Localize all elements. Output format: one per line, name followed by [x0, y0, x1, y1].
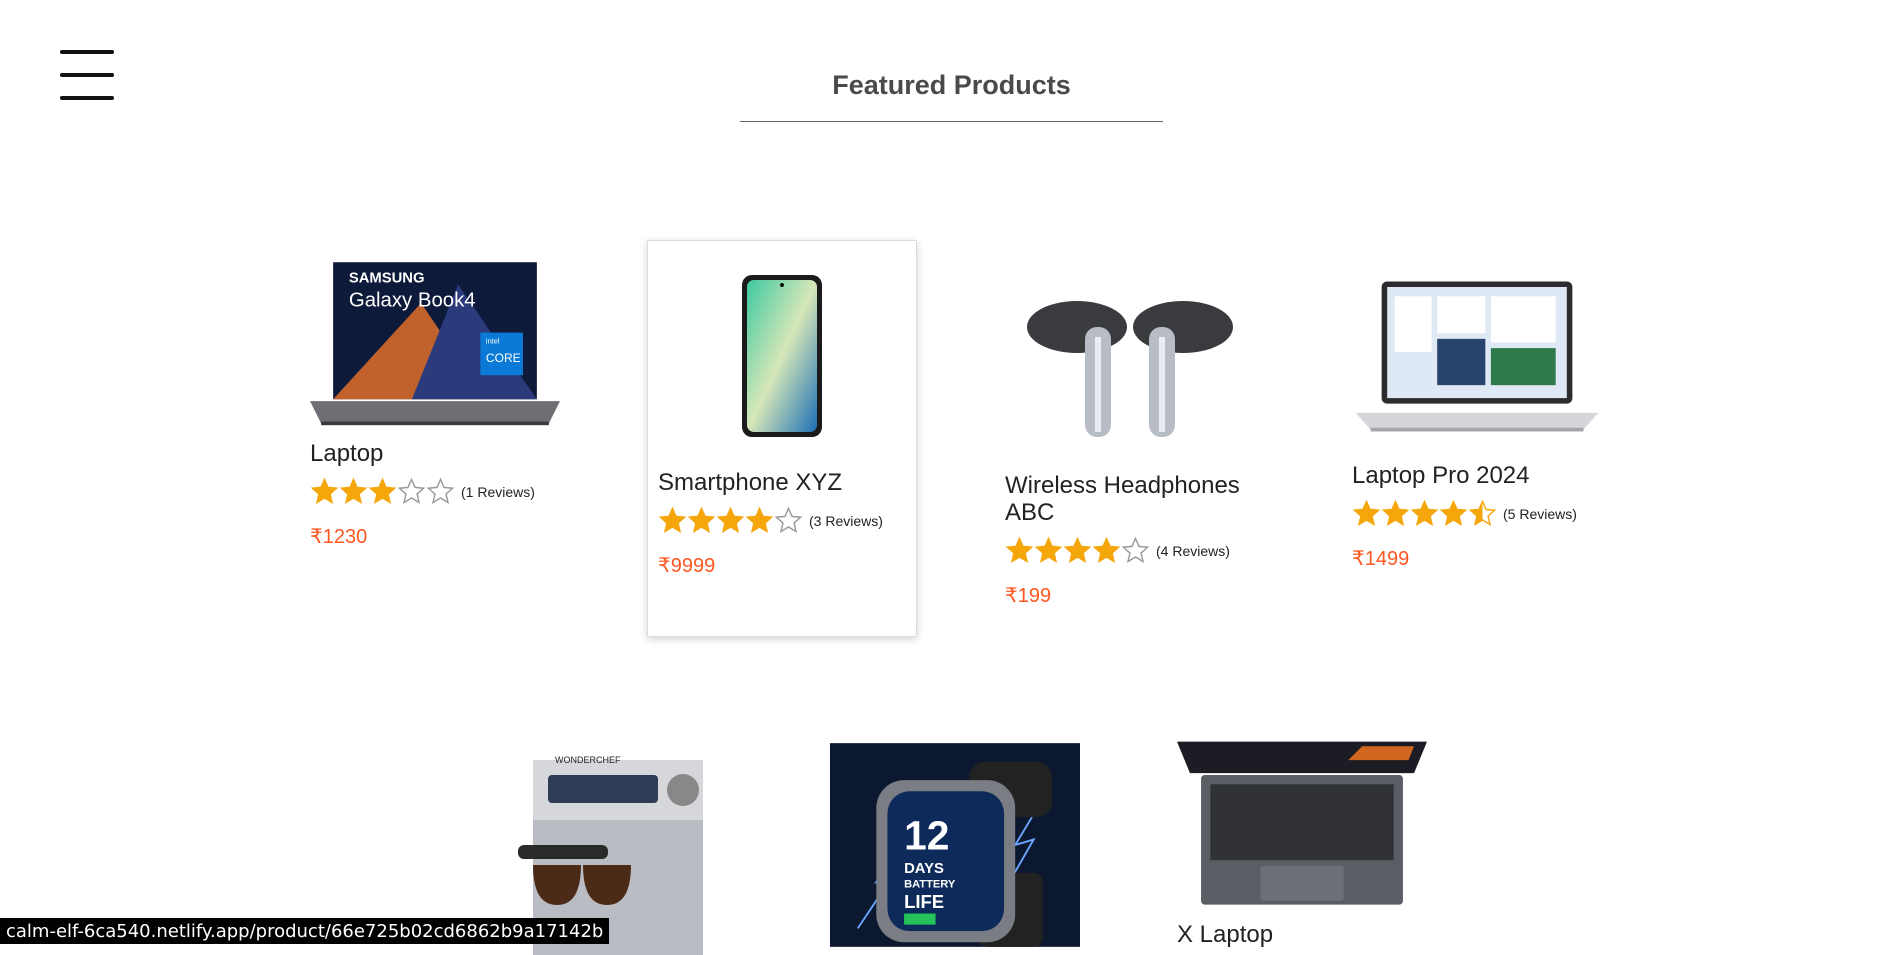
product-name: Wireless Headphones ABC [1005, 472, 1240, 526]
rating-stars: (3 Reviews) [658, 506, 906, 535]
star-filled-icon [310, 477, 339, 504]
star-empty-icon [1121, 536, 1150, 563]
svg-text:WONDERCHEF: WONDERCHEF [555, 755, 621, 765]
product-image-x-laptop [1177, 735, 1427, 915]
star-filled-icon [745, 506, 774, 533]
review-count: (4 Reviews) [1156, 542, 1230, 559]
star-filled-icon [687, 506, 716, 533]
product-card[interactable]: Wireless Headphones ABC (4 Reviews) ₹199 [995, 262, 1265, 608]
star-filled-icon [1439, 499, 1468, 526]
menu-line [60, 96, 114, 100]
hamburger-menu-button[interactable] [60, 50, 114, 100]
svg-text:intel: intel [486, 337, 500, 346]
product-card[interactable]: X Laptop [1167, 735, 1437, 948]
image-model-text: Galaxy Book4 [349, 290, 476, 312]
menu-line [60, 50, 114, 54]
rating-stars: (1 Reviews) [310, 477, 560, 506]
star-filled-icon [1410, 499, 1439, 526]
review-count: (3 Reviews) [809, 512, 883, 529]
product-card[interactable]: Laptop Pro 2024 (5 Reviews) ₹1499 [1342, 262, 1612, 571]
svg-text:LIFE: LIFE [904, 891, 944, 912]
star-half-icon [1468, 499, 1497, 526]
product-card[interactable]: Smartphone XYZ (3 Reviews) ₹9999 [647, 240, 917, 637]
star-filled-icon [1005, 536, 1034, 563]
star-filled-icon [1034, 536, 1063, 563]
image-brand-text: SAMSUNG [349, 271, 425, 287]
star-filled-icon [716, 506, 745, 533]
product-image-earbuds [1005, 262, 1255, 462]
product-price: ₹1499 [1352, 548, 1410, 570]
rating-stars: (5 Reviews) [1352, 499, 1602, 528]
product-image-laptop-pro [1352, 262, 1602, 462]
star-filled-icon [1381, 499, 1410, 526]
star-filled-icon [658, 506, 687, 533]
star-filled-icon [368, 477, 397, 504]
link-status-bar: calm-elf-6ca540.netlify.app/product/66e7… [0, 918, 610, 944]
star-empty-icon [426, 477, 455, 504]
menu-line [60, 73, 114, 77]
product-name: Smartphone XYZ [658, 469, 843, 496]
review-count: (5 Reviews) [1503, 505, 1577, 522]
title-underline [740, 121, 1163, 122]
product-price: ₹9999 [658, 555, 716, 577]
svg-text:12: 12 [904, 813, 949, 859]
product-price: ₹199 [1005, 585, 1052, 607]
svg-text:DAYS: DAYS [904, 861, 944, 877]
review-count: (1 Reviews) [461, 483, 535, 500]
product-image-smartphone [658, 255, 906, 455]
svg-text:CORE: CORE [486, 351, 521, 365]
star-filled-icon [1063, 536, 1092, 563]
star-empty-icon [774, 506, 803, 533]
rating-stars: (4 Reviews) [1005, 536, 1255, 565]
product-image-laptop: SAMSUNG Galaxy Book4 intel CORE [310, 240, 560, 440]
star-empty-icon [397, 477, 426, 504]
product-name: Laptop Pro 2024 [1352, 462, 1530, 489]
star-filled-icon [1352, 499, 1381, 526]
star-filled-icon [1092, 536, 1121, 563]
star-filled-icon [339, 477, 368, 504]
product-image-smartwatch: 12 DAYS BATTERY LIFE [830, 735, 1080, 955]
page-title: Featured Products [832, 70, 1071, 100]
product-card[interactable]: 12 DAYS BATTERY LIFE [820, 735, 1090, 955]
product-price: ₹1230 [310, 526, 368, 548]
product-name: Laptop [310, 440, 384, 467]
product-card[interactable]: SAMSUNG Galaxy Book4 intel CORE Laptop (… [300, 240, 570, 549]
svg-text:BATTERY: BATTERY [904, 879, 956, 891]
